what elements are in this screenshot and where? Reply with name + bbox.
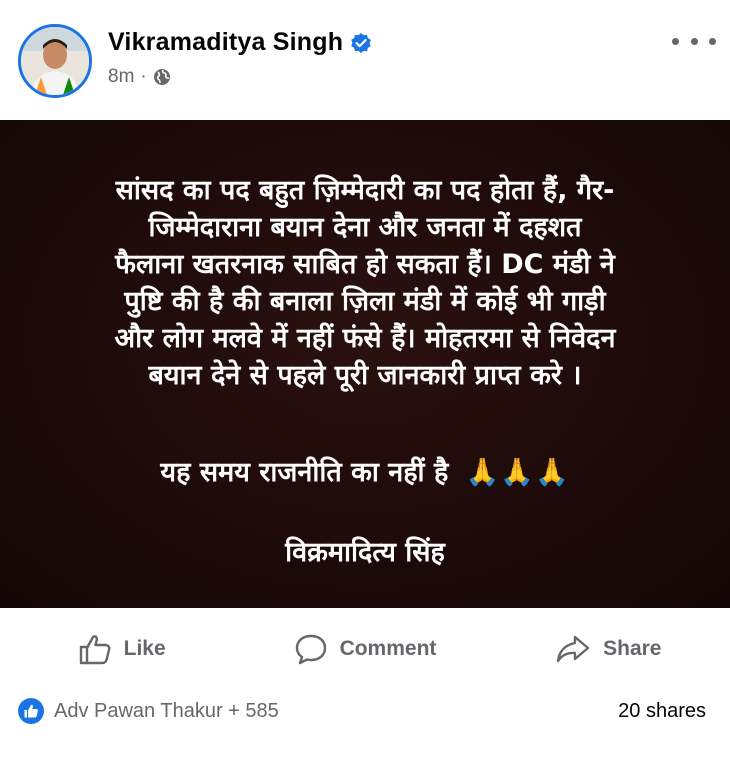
share-icon xyxy=(556,635,590,663)
dot xyxy=(690,37,698,45)
share-label: Share xyxy=(603,637,662,660)
like-label: Like xyxy=(123,637,166,660)
verified-badge-icon xyxy=(350,32,372,54)
post-header: Vikramaditya Singh 8m · xyxy=(0,0,730,120)
post-line: जिम्मेदाराना बयान देना और जनता में दहशत xyxy=(148,212,582,243)
reactions-count[interactable]: Adv Pawan Thakur + 585 xyxy=(54,700,279,723)
folded-hands-icon: 🙏🙏🙏 xyxy=(465,457,570,488)
post-footer: Adv Pawan Thakur + 585 20 shares xyxy=(0,690,730,734)
shares-count[interactable]: 20 shares xyxy=(618,700,706,723)
meta-separator: · xyxy=(140,66,147,87)
post-time[interactable]: 8m xyxy=(108,66,134,88)
dot xyxy=(709,37,716,45)
dot xyxy=(672,37,679,45)
post-statement: यह समय राजनीति का नहीं है 🙏🙏🙏 xyxy=(0,452,730,489)
comment-label: Comment xyxy=(339,637,437,660)
post-line: बयान देने से पहले पूरी जानकारी प्राप्त क… xyxy=(148,360,582,391)
post-image[interactable]: सांसद का पद बहुत ज़िम्मेदारी का पद होता … xyxy=(0,120,730,608)
post-line: और लोग मलवे में नहीं फंसे हैं। मोहतरमा स… xyxy=(114,323,616,354)
author-name[interactable]: Vikramaditya Singh xyxy=(108,28,343,57)
more-options-icon[interactable] xyxy=(672,30,716,52)
action-bar: Like Comment Share xyxy=(0,620,730,678)
globe-icon[interactable] xyxy=(153,68,171,86)
avatar[interactable] xyxy=(18,24,92,98)
profile-photo-icon xyxy=(21,27,89,95)
like-button[interactable]: Like xyxy=(0,620,243,678)
like-reaction-icon[interactable] xyxy=(18,698,44,724)
post-signature: विक्रमादित्य सिंह xyxy=(285,537,445,568)
post-line: सांसद का पद बहुत ज़िम्मेदारी का पद होता … xyxy=(115,175,615,206)
comment-button[interactable]: Comment xyxy=(243,620,486,678)
share-button[interactable]: Share xyxy=(487,620,730,678)
post-line: पुष्टि की है की बनाला ज़िला मंडी में कोई… xyxy=(124,286,606,317)
thumbs-up-icon xyxy=(79,635,111,665)
comment-icon xyxy=(295,634,326,665)
post-line: फैलाना खतरनाक साबित हो सकता हैं। DC मंडी… xyxy=(115,249,615,280)
statement-text: यह समय राजनीति का नहीं है xyxy=(160,457,449,488)
post-text: सांसद का पद बहुत ज़िम्मेदारी का पद होता … xyxy=(0,172,730,394)
